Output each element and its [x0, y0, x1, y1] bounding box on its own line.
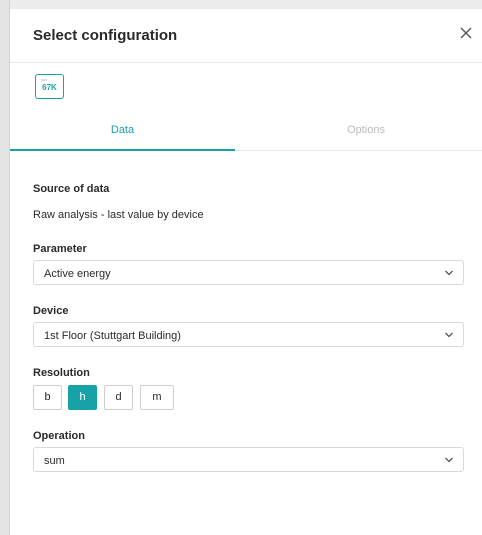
close-button[interactable] — [458, 25, 474, 41]
chevron-down-icon — [445, 457, 453, 463]
parameter-label: Parameter — [33, 243, 87, 255]
source-value: Raw analysis - last value by device — [33, 209, 204, 221]
resolution-button-d[interactable]: d — [104, 385, 133, 410]
resolution-button-b[interactable]: b — [33, 385, 62, 410]
operation-selected-value: sum — [44, 455, 65, 467]
source-label: Source of data — [33, 183, 110, 195]
operation-select[interactable]: sum — [33, 447, 464, 472]
parameter-selected-value: Active energy — [44, 268, 111, 280]
chevron-down-icon — [445, 332, 453, 338]
close-icon — [460, 27, 472, 39]
resolution-button-m[interactable]: m — [140, 385, 174, 410]
panel-header: Select configuration — [10, 9, 482, 63]
widget-preview-icon: kWh 67K — [35, 74, 64, 99]
resolution-label: Resolution — [33, 367, 90, 379]
background-page-edge — [0, 0, 10, 535]
resolution-button-h[interactable]: h — [68, 385, 97, 410]
chevron-down-icon — [445, 270, 453, 276]
tab-bar: Data Options — [10, 118, 482, 151]
widget-preview-value: 67K — [42, 83, 57, 92]
configuration-panel: Select configuration kWh 67K Data Option… — [10, 9, 482, 535]
device-label: Device — [33, 305, 69, 317]
tab-data[interactable]: Data — [10, 118, 235, 151]
parameter-select[interactable]: Active energy — [33, 260, 464, 285]
device-select[interactable]: 1st Floor (Stuttgart Building) — [33, 322, 464, 347]
device-selected-value: 1st Floor (Stuttgart Building) — [44, 330, 181, 342]
dialog-title: Select configuration — [33, 27, 178, 44]
widget-preview-unit: kWh — [41, 78, 47, 82]
operation-label: Operation — [33, 430, 85, 442]
tab-options[interactable]: Options — [250, 118, 482, 150]
